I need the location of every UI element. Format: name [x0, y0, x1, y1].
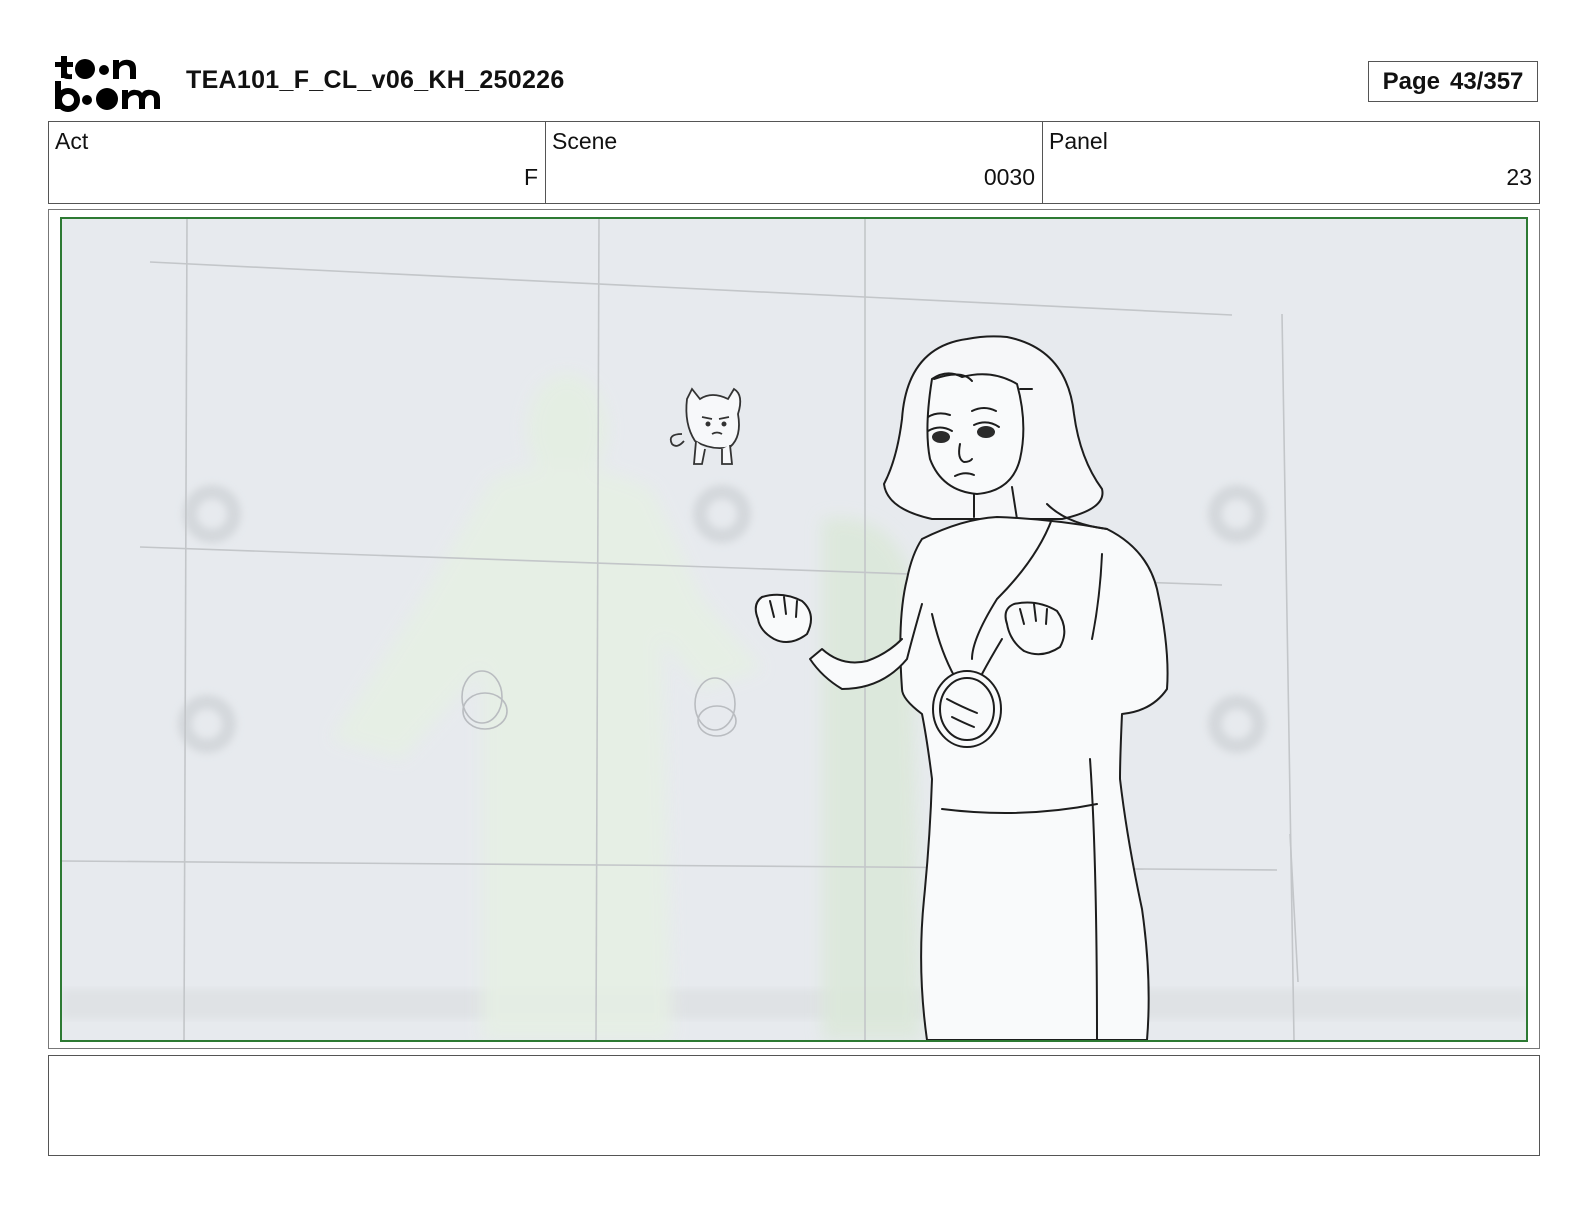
page-number: 43/357 [1449, 67, 1524, 95]
toon-boom-logo [52, 52, 164, 112]
page-label: Page [1382, 67, 1440, 95]
panel-cell: Panel 23 [1043, 122, 1539, 203]
scene-label: Scene [552, 128, 618, 154]
panel-label: Panel [1049, 128, 1108, 154]
scene-cell: Scene 0030 [546, 122, 1043, 203]
page-indicator: Page 43/357 [1368, 61, 1538, 102]
panel-notes-box [48, 1055, 1540, 1156]
scene-value: 0030 [983, 164, 1035, 190]
storyboard-panel-image [60, 217, 1528, 1042]
panel-info-table: Act F Scene 0030 Panel 23 [48, 121, 1540, 204]
panel-value: 23 [1506, 164, 1532, 190]
act-label: Act [55, 128, 89, 154]
act-cell: Act F [49, 122, 546, 203]
act-value: F [523, 164, 538, 190]
document-title: TEA101_F_CL_v06_KH_250226 [186, 66, 565, 94]
